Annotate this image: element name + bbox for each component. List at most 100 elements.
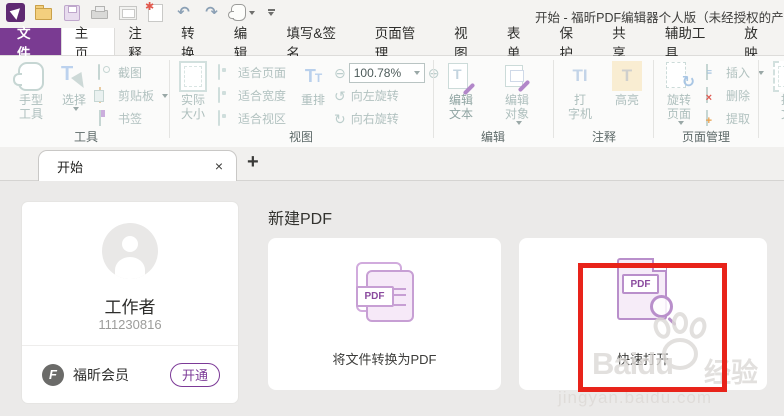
clipped-ribbon-button[interactable]: 提 文 — [764, 59, 784, 121]
menu-tab-view[interactable]: 视图 — [441, 26, 494, 61]
delete-pages-button[interactable]: × 删除 — [706, 84, 764, 107]
rotate-left-icon: ↺ — [334, 87, 346, 104]
zoom-out-icon[interactable]: ⊖ — [334, 66, 346, 80]
typewriter-button[interactable]: TI 打 字机 — [560, 59, 600, 121]
chevron-down-icon — [72, 107, 79, 111]
menu-tab-fill-sign[interactable]: 填写&签名 — [273, 26, 361, 61]
quick-open-label: 快速打开 — [616, 352, 669, 367]
ribbon-separator — [758, 60, 759, 138]
delete-page-icon: × — [706, 87, 712, 104]
fit-page-icon — [218, 64, 220, 80]
new-pdf-icon[interactable]: ✱ — [145, 1, 165, 22]
hand-mode-icon[interactable] — [228, 3, 256, 22]
hand-tool-button[interactable]: 手型 工具 — [8, 59, 54, 121]
foxit-member-icon: F — [42, 363, 64, 386]
fit-visible-button[interactable]: 适合视区 — [218, 107, 286, 130]
user-name: 工作者 — [104, 298, 156, 317]
rotate-right-icon: ↻ — [334, 110, 346, 127]
chevron-down-icon — [677, 121, 684, 125]
group-label-comment: 注释 — [591, 130, 616, 144]
convert-to-pdf-card[interactable]: PDF 将文件转换为PDF — [268, 238, 501, 390]
menu-bar: 文件 主页 注释 转换 编辑 填写&签名 页面管理 视图 表单 保护 共享 辅助… — [0, 26, 784, 61]
menu-tab-file[interactable]: 文件 — [0, 26, 61, 61]
ribbon-separator — [653, 60, 654, 138]
reflow-button[interactable]: TT 重排 — [294, 59, 332, 108]
menu-tab-edit[interactable]: 编辑 — [221, 26, 274, 61]
save-icon[interactable] — [62, 3, 81, 22]
insert-page-icon: ≡ — [706, 64, 712, 80]
actual-size-icon — [179, 60, 207, 92]
menu-tab-convert[interactable]: 转换 — [168, 26, 221, 61]
foxit-logo-icon[interactable] — [6, 3, 25, 22]
zoom-level-select[interactable]: 100.78% — [348, 62, 425, 83]
fit-page-button[interactable]: 适合页面 — [218, 61, 286, 84]
ribbon: 手型 工具 T 选择 截图 剪贴板 书签 工具 实际 大小 适合页面 适合宽度 … — [0, 56, 784, 148]
bookmark-icon — [99, 110, 101, 126]
rotate-left-button[interactable]: ↺ 向左旋转 — [334, 84, 439, 107]
select-tool-button[interactable]: T 选择 — [54, 59, 94, 111]
menu-tab-pages[interactable]: 页面管理 — [362, 26, 441, 61]
actual-size-button[interactable]: 实际 大小 — [172, 59, 214, 121]
tab-title: 开始 — [57, 159, 84, 175]
quick-access-toolbar: ✱ ↶ ↷ — [6, 1, 277, 22]
hand-icon — [13, 61, 44, 91]
reflow-icon: TT — [304, 65, 322, 86]
quick-open-icon: PDF — [617, 258, 677, 327]
menu-tab-share[interactable]: 共享 — [599, 26, 652, 61]
ribbon-separator — [553, 60, 554, 138]
email-icon[interactable] — [118, 3, 137, 22]
menu-tab-home[interactable]: 主页 — [60, 26, 116, 61]
rotate-pages-button[interactable]: ↻ 旋转 页面 — [656, 59, 702, 125]
customize-toolbar-icon[interactable] — [265, 3, 277, 22]
bookmark-button[interactable]: 书签 — [98, 107, 168, 130]
fit-visible-icon — [218, 110, 220, 126]
ribbon-separator — [169, 60, 170, 138]
undo-icon[interactable]: ↶ — [174, 3, 193, 22]
ribbon-group-comment: TI 打 字机 T 高亮 注释 — [556, 56, 652, 147]
magnifier-icon — [650, 295, 673, 318]
convert-pdf-icon: PDF — [354, 260, 416, 322]
new-tab-icon[interactable]: + — [247, 151, 259, 174]
select-cursor-icon: T — [61, 63, 89, 91]
edit-text-button[interactable]: T 编辑 文本 — [438, 59, 484, 121]
snapshot-button[interactable]: 截图 — [98, 61, 168, 84]
group-label-edit: 编辑 — [480, 130, 505, 144]
camera-icon — [98, 64, 100, 80]
document-tab-start[interactable]: 开始 × — [38, 150, 237, 181]
ribbon-group-pages: ↻ 旋转 页面 ≡ 插入 × 删除 + 提取 页面管理 — [656, 56, 765, 147]
rotate-right-button[interactable]: ↻ 向右旋转 — [334, 107, 439, 130]
activate-button[interactable]: 开通 — [170, 362, 220, 387]
quick-open-card[interactable]: PDF 快速打开 — [519, 238, 767, 390]
print-icon[interactable] — [90, 3, 109, 22]
edit-text-icon: T — [448, 62, 476, 95]
ribbon-group-tools: 手型 工具 T 选择 截图 剪贴板 书签 工具 — [6, 56, 169, 147]
clipped-icon — [773, 60, 784, 92]
user-id: 111230816 — [98, 317, 162, 332]
ribbon-separator — [433, 60, 434, 138]
menu-tab-form[interactable]: 表单 — [494, 26, 547, 61]
insert-pages-button[interactable]: ≡ 插入 — [706, 61, 765, 84]
group-label-pages: 页面管理 — [681, 130, 730, 144]
menu-tab-accessibility[interactable]: 辅助工具 — [652, 26, 731, 61]
avatar — [102, 223, 158, 279]
highlight-icon: T — [612, 61, 642, 91]
chevron-down-icon — [413, 70, 420, 75]
member-label: 福昕会员 — [73, 366, 129, 383]
menu-tab-comment[interactable]: 注释 — [115, 26, 168, 61]
extract-pages-button[interactable]: + 提取 — [706, 107, 764, 130]
highlight-button[interactable]: T 高亮 — [606, 59, 648, 107]
open-file-icon[interactable] — [34, 3, 53, 22]
new-pdf-heading: 新建PDF — [268, 211, 333, 228]
close-tab-icon[interactable]: × — [215, 158, 223, 174]
foxit-pdf-editor-window: ✱ ↶ ↷ 开始 - 福昕PDF编辑器个人版（未经授权的产品 文件 主页 注释 … — [0, 0, 784, 416]
menu-tab-present[interactable]: 放映 — [731, 26, 784, 61]
redo-icon[interactable]: ↷ — [202, 3, 221, 22]
clipboard-button[interactable]: 剪贴板 — [98, 84, 169, 107]
fit-width-button[interactable]: 适合宽度 — [218, 84, 286, 107]
chevron-down-icon — [515, 121, 522, 125]
rotate-pages-icon: ↻ — [666, 62, 695, 91]
menu-tab-protect[interactable]: 保护 — [547, 26, 600, 61]
start-page: 工作者 111230816 F 福昕会员 开通 新建PDF PDF 将文件转换为… — [0, 181, 784, 416]
fit-width-icon — [218, 87, 220, 103]
edit-object-button[interactable]: 编辑 对象 — [492, 59, 542, 125]
